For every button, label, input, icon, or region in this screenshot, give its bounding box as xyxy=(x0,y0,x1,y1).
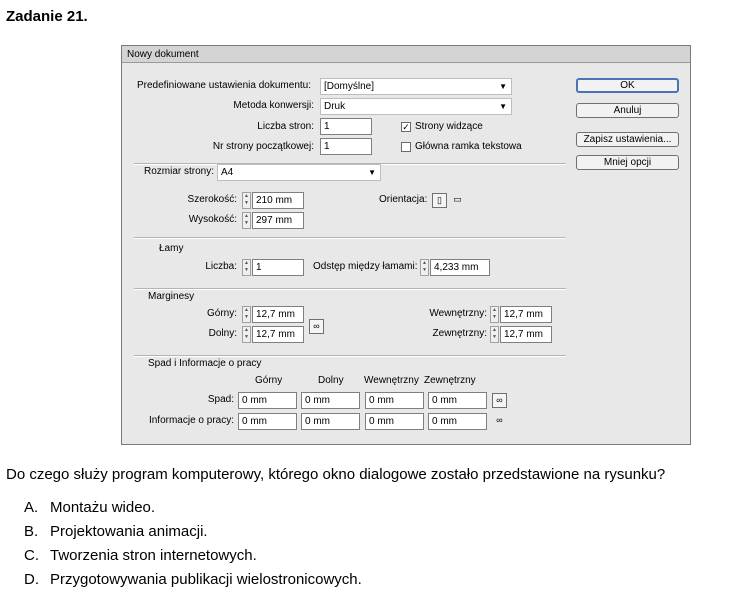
bleed-col-top: Górny xyxy=(255,375,283,386)
fewer-options-button[interactable]: Mniej opcji xyxy=(576,155,679,170)
margin-top-stepper[interactable]: ▲ ▼ xyxy=(242,306,251,323)
columns-count-label: Liczba: xyxy=(205,261,237,272)
bleed-inside-input[interactable]: 0 mm xyxy=(365,392,424,409)
facing-pages-label: Strony widzące xyxy=(415,121,483,132)
answer-letter: A. xyxy=(24,499,39,516)
dialog-title: Nowy dokument xyxy=(122,46,690,63)
gutter-input[interactable]: 4,233 mm xyxy=(430,259,490,276)
answer-text: Przygotowywania publikacji wielostronico… xyxy=(50,571,362,588)
margin-inside-label: Wewnętrzny: xyxy=(429,308,487,319)
gutter-stepper[interactable]: ▲ ▼ xyxy=(420,259,429,276)
page-size-dropdown[interactable]: A4 ▼ xyxy=(217,164,381,181)
answer-text: Projektowania animacji. xyxy=(50,523,208,540)
portrait-orientation-icon[interactable]: ▯ xyxy=(432,193,447,208)
bleed-title: Spad i Informacje o pracy xyxy=(148,358,262,369)
preset-dropdown[interactable]: [Domyślne] ▼ xyxy=(320,78,512,95)
new-document-dialog: Nowy dokument Predefiniowane ustawienia … xyxy=(121,45,691,445)
bleed-col-outside: Zewnętrzny xyxy=(424,375,476,386)
margin-top-label: Górny: xyxy=(206,308,237,319)
method-label: Metoda konwersji: xyxy=(233,100,314,111)
chain-link-icon[interactable]: ∞ xyxy=(309,319,324,334)
method-value: Druk xyxy=(324,101,346,112)
start-page-input[interactable]: 1 xyxy=(320,138,372,155)
bleed-row-label: Spad: xyxy=(207,394,234,405)
bleed-col-bottom: Dolny xyxy=(318,375,344,386)
width-label: Szerokość: xyxy=(187,194,237,205)
height-input[interactable]: 297 mm xyxy=(252,212,304,229)
slug-top-input[interactable]: 0 mm xyxy=(238,413,297,430)
width-input[interactable]: 210 mm xyxy=(252,192,304,209)
margin-bottom-input[interactable]: 12,7 mm xyxy=(252,326,304,343)
preset-label: Predefiniowane ustawienia dokumentu: xyxy=(137,80,311,91)
landscape-orientation-icon[interactable]: ▭ xyxy=(450,193,465,208)
margin-outside-stepper[interactable]: ▲ ▼ xyxy=(490,326,499,343)
page-size-value: A4 xyxy=(221,167,234,178)
task-heading: Zadanie 21. xyxy=(6,8,88,25)
chevron-down-icon: ▼ xyxy=(368,168,376,177)
answer-letter: C. xyxy=(24,547,39,564)
answer-text: Montażu wideo. xyxy=(50,499,156,516)
bleed-bottom-input[interactable]: 0 mm xyxy=(301,392,360,409)
master-frame-checkbox[interactable] xyxy=(401,142,411,152)
columns-title: Łamy xyxy=(159,243,184,254)
master-frame-label: Główna ramka tekstowa xyxy=(415,141,522,152)
bleed-outside-input[interactable]: 0 mm xyxy=(428,392,487,409)
pages-input[interactable]: 1 xyxy=(320,118,372,135)
slug-outside-input[interactable]: 0 mm xyxy=(428,413,487,430)
columns-count-input[interactable]: 1 xyxy=(252,259,304,276)
margin-inside-input[interactable]: 12,7 mm xyxy=(500,306,552,323)
answer-text: Tworzenia stron internetowych. xyxy=(50,547,257,564)
height-stepper[interactable]: ▲ ▼ xyxy=(242,212,251,229)
orientation-label: Orientacja: xyxy=(379,194,428,205)
save-preset-button[interactable]: Zapisz ustawienia... xyxy=(576,132,679,147)
margins-divider xyxy=(134,288,566,290)
margin-bottom-stepper[interactable]: ▲ ▼ xyxy=(242,326,251,343)
margins-title: Marginesy xyxy=(148,291,195,302)
answer-letter: D. xyxy=(24,571,39,588)
slug-bottom-input[interactable]: 0 mm xyxy=(301,413,360,430)
margin-top-input[interactable]: 12,7 mm xyxy=(252,306,304,323)
slug-link-icon[interactable]: ∞ xyxy=(492,414,507,429)
answer-letter: B. xyxy=(24,523,39,540)
margin-inside-stepper[interactable]: ▲ ▼ xyxy=(490,306,499,323)
chevron-down-icon: ▼ xyxy=(499,102,507,111)
columns-divider xyxy=(134,237,566,239)
preset-value: [Domyślne] xyxy=(324,81,375,92)
answer-c: C. Tworzenia stron internetowych. xyxy=(24,547,257,564)
bleed-top-input[interactable]: 0 mm xyxy=(238,392,297,409)
bleed-link-icon[interactable]: ∞ xyxy=(492,393,507,408)
margin-outside-label: Zewnętrzny: xyxy=(432,328,487,339)
method-dropdown[interactable]: Druk ▼ xyxy=(320,98,512,115)
question-text: Do czego służy program komputerowy, któr… xyxy=(6,466,666,483)
margin-outside-input[interactable]: 12,7 mm xyxy=(500,326,552,343)
answer-d: D. Przygotowywania publikacji wielostroni… xyxy=(24,571,362,588)
height-label: Wysokość: xyxy=(188,214,237,225)
columns-count-stepper[interactable]: ▲ ▼ xyxy=(242,259,251,276)
bleed-col-inside: Wewnętrzny xyxy=(364,375,419,386)
page-size-label: Rozmiar strony: xyxy=(144,166,215,177)
start-page-label: Nr strony początkowej: xyxy=(212,141,314,152)
slug-inside-input[interactable]: 0 mm xyxy=(365,413,424,430)
width-stepper[interactable]: ▲ ▼ xyxy=(242,192,251,209)
chevron-down-icon: ▼ xyxy=(499,82,507,91)
answer-b: B. Projektowania animacji. xyxy=(24,523,208,540)
gutter-label: Odstęp między łamami: xyxy=(313,261,418,272)
ok-button[interactable]: OK xyxy=(576,78,679,93)
answer-a: A. Montażu wideo. xyxy=(24,499,155,516)
pages-label: Liczba stron: xyxy=(257,121,314,132)
facing-pages-checkbox[interactable]: ✓ xyxy=(401,122,411,132)
margin-bottom-label: Dolny: xyxy=(208,328,237,339)
slug-row-label: Informacje o pracy: xyxy=(148,415,234,426)
cancel-button[interactable]: Anuluj xyxy=(576,103,679,118)
